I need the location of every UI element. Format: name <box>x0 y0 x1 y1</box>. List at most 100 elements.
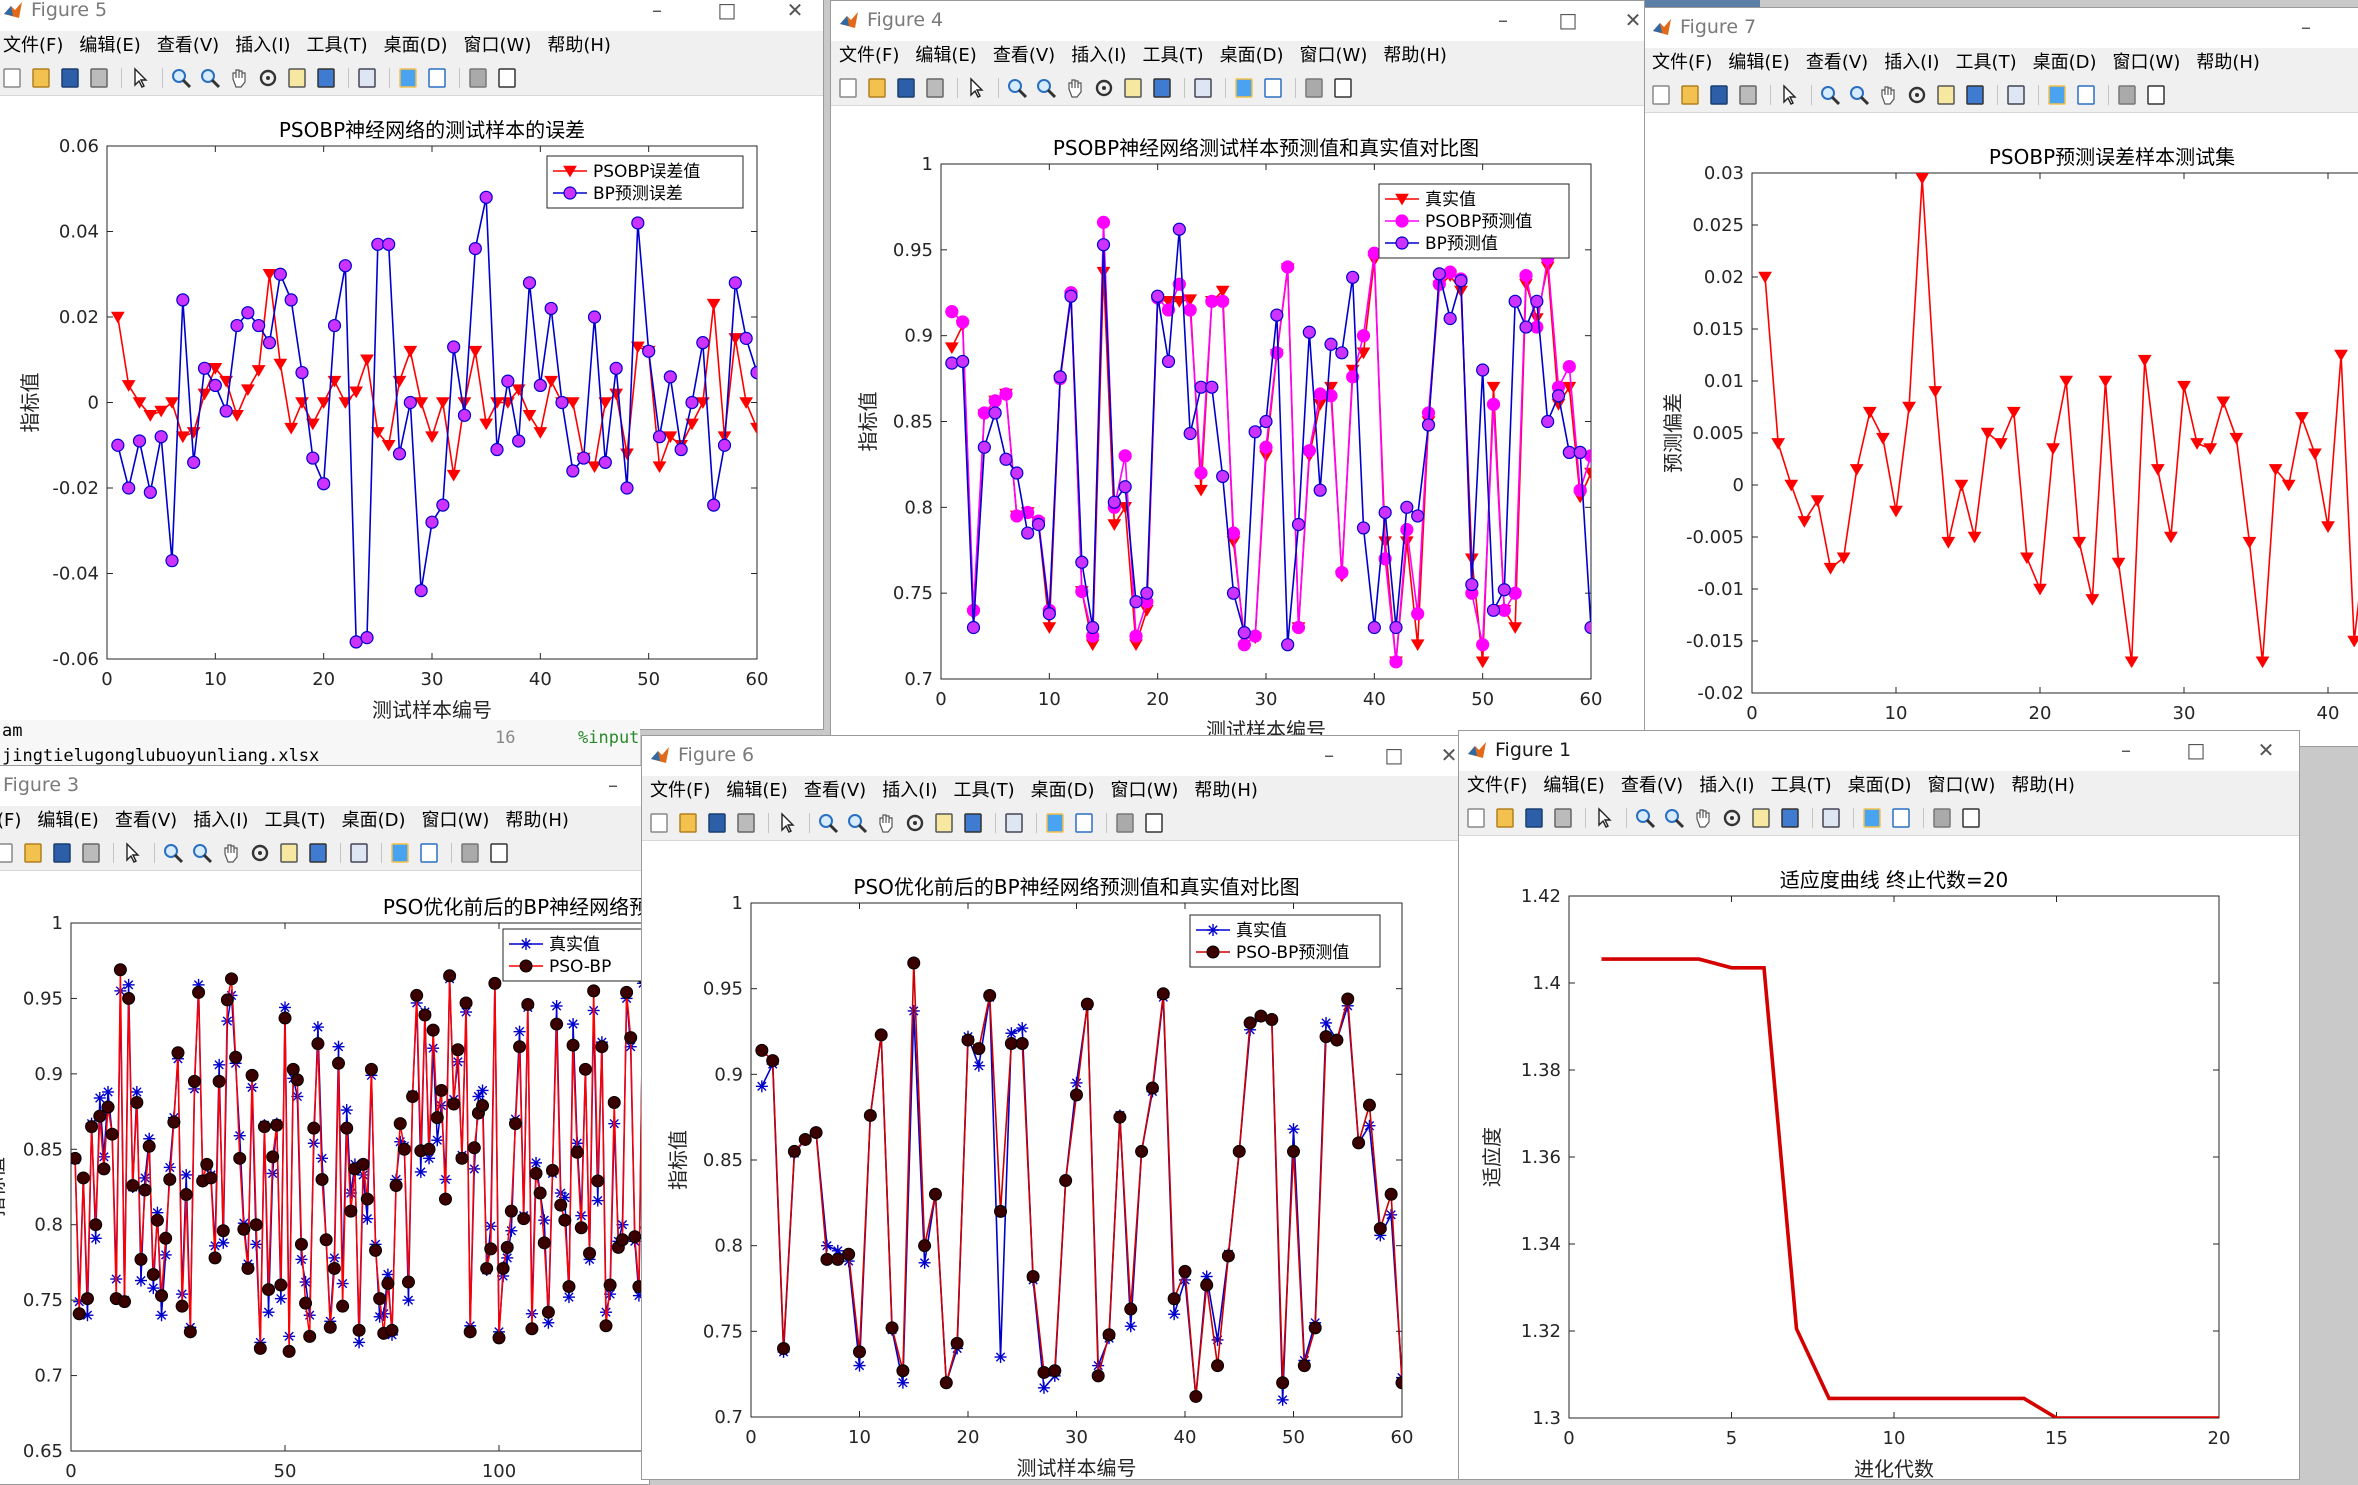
minimize-button[interactable]: – <box>1481 3 1525 37</box>
figure-4-window[interactable]: Figure 4 – □ ✕ 文件(F) 编辑(E) 查看(V) 插入(I) 工具(T)… <box>830 0 1645 740</box>
pan-icon[interactable] <box>220 842 242 864</box>
new-file-icon[interactable] <box>648 812 670 834</box>
menu-view[interactable]: 查看(V) <box>1806 48 1868 78</box>
new-file-icon[interactable] <box>1 67 23 89</box>
brush-icon[interactable] <box>315 67 337 89</box>
legend-icon[interactable] <box>1890 807 1912 829</box>
link-plot-icon[interactable] <box>2005 84 2027 106</box>
zoom-out-icon[interactable] <box>191 842 213 864</box>
menu-desktop[interactable]: 桌面(D) <box>384 31 448 61</box>
data-cursor-icon[interactable] <box>1750 807 1772 829</box>
plot-area[interactable]: 0 10 20 30 40 50 60 1 0.95 0.9 0.85 0.8 0.75 0.7 PSOBP… <box>831 106 1644 739</box>
brush-icon[interactable] <box>1779 807 1801 829</box>
legend-icon[interactable] <box>426 67 448 89</box>
title-bar[interactable]: Figure 7 – <box>1644 8 2358 48</box>
colorbar-icon[interactable] <box>397 67 419 89</box>
zoom-out-icon[interactable] <box>1663 807 1685 829</box>
menu-tools[interactable]: 工具(T) <box>1956 48 2017 78</box>
legend-icon[interactable] <box>1262 77 1284 99</box>
hide-tools-icon[interactable] <box>1303 77 1325 99</box>
rotate-icon[interactable] <box>257 67 279 89</box>
rotate-icon[interactable] <box>1093 77 1115 99</box>
maximize-button[interactable]: □ <box>1372 738 1416 772</box>
menu-tools[interactable]: 工具(T) <box>1771 771 1832 801</box>
hide-tools-icon[interactable] <box>467 67 489 89</box>
menu-edit[interactable]: 编辑(E) <box>1543 771 1604 801</box>
maximize-button[interactable]: □ <box>1546 3 1590 37</box>
new-file-icon[interactable] <box>0 842 15 864</box>
colorbar-icon[interactable] <box>1233 77 1255 99</box>
new-file-icon[interactable] <box>1650 84 1672 106</box>
hide-tools-icon[interactable] <box>1114 812 1136 834</box>
open-file-icon[interactable] <box>677 812 699 834</box>
zoom-in-icon[interactable] <box>170 67 192 89</box>
dock-icon[interactable] <box>496 67 518 89</box>
minimize-button[interactable]: – <box>2104 733 2148 767</box>
link-plot-icon[interactable] <box>1820 807 1842 829</box>
open-file-icon[interactable] <box>22 842 44 864</box>
menu-file[interactable]: 文件(F) <box>3 31 63 61</box>
colorbar-icon[interactable] <box>389 842 411 864</box>
colorbar-icon[interactable] <box>2046 84 2068 106</box>
data-cursor-icon[interactable] <box>1935 84 1957 106</box>
pointer-icon[interactable] <box>129 67 151 89</box>
menu-edit[interactable]: 编辑(E) <box>37 806 98 836</box>
menu-window[interactable]: 窗口(W) <box>1928 771 1996 801</box>
menu-edit[interactable]: 编辑(E) <box>79 31 140 61</box>
figure-5-window[interactable]: Figure 5 – □ ✕ 文件(F) 编辑(E) 查看(V) 插入(I) 工具(T)… <box>0 0 824 730</box>
pan-icon[interactable] <box>1877 84 1899 106</box>
title-bar[interactable]: Figure 5 – □ ✕ <box>0 0 823 31</box>
menu-edit[interactable]: 编辑(E) <box>1728 48 1789 78</box>
zoom-in-icon[interactable] <box>1006 77 1028 99</box>
link-plot-icon[interactable] <box>1003 812 1025 834</box>
data-cursor-icon[interactable] <box>278 842 300 864</box>
close-button[interactable]: ✕ <box>773 0 817 27</box>
print-icon[interactable] <box>80 842 102 864</box>
data-cursor-icon[interactable] <box>286 67 308 89</box>
menu-file[interactable]: 文件(F) <box>1467 771 1527 801</box>
pointer-icon[interactable] <box>1778 84 1800 106</box>
rotate-icon[interactable] <box>1721 807 1743 829</box>
menu-help[interactable]: 帮助(H) <box>505 806 569 836</box>
menu-window[interactable]: 窗口(W) <box>1300 41 1368 71</box>
menu-file[interactable]: 文件(F) <box>839 41 899 71</box>
data-cursor-icon[interactable] <box>1122 77 1144 99</box>
print-icon[interactable] <box>88 67 110 89</box>
dock-icon[interactable] <box>2145 84 2167 106</box>
colorbar-icon[interactable] <box>1044 812 1066 834</box>
menu-insert[interactable]: 插入(I) <box>193 806 248 836</box>
print-icon[interactable] <box>1737 84 1759 106</box>
dock-icon[interactable] <box>488 842 510 864</box>
open-file-icon[interactable] <box>866 77 888 99</box>
figure-6-window[interactable]: Figure 6 – □ ✕ 文件(F) 编辑(E) 查看(V) 插入(I) 工具(T)… <box>641 735 1461 1480</box>
close-button[interactable]: ✕ <box>1611 3 1644 37</box>
plot-area[interactable]: 0 10 20 30 40 50 60 0.06 0.04 0.02 0 -0.02 -0.04 -0.0… <box>0 96 823 729</box>
dock-icon[interactable] <box>1332 77 1354 99</box>
print-icon[interactable] <box>924 77 946 99</box>
dock-icon[interactable] <box>1960 807 1982 829</box>
hide-tools-icon[interactable] <box>1931 807 1953 829</box>
colorbar-icon[interactable] <box>1861 807 1883 829</box>
new-file-icon[interactable] <box>1465 807 1487 829</box>
plot-area[interactable]: 0 5 10 15 20 1.42 1.4 1.38 1.36 1.34 1.32 1.3 适应度曲线 … <box>1459 836 2299 1479</box>
menu-help[interactable]: 帮助(H) <box>547 31 611 61</box>
menu-desktop[interactable]: 桌面(D) <box>342 806 406 836</box>
menu-desktop[interactable]: 桌面(D) <box>1031 776 1095 806</box>
menu-tools[interactable]: 工具(T) <box>307 31 368 61</box>
menu-tools[interactable]: 工具(T) <box>954 776 1015 806</box>
menu-help[interactable]: 帮助(H) <box>1194 776 1258 806</box>
close-button[interactable]: ✕ <box>2244 733 2288 767</box>
brush-icon[interactable] <box>1964 84 1986 106</box>
zoom-in-icon[interactable] <box>1819 84 1841 106</box>
menu-desktop[interactable]: 桌面(D) <box>1848 771 1912 801</box>
pan-icon[interactable] <box>228 67 250 89</box>
menu-window[interactable]: 窗口(W) <box>2113 48 2181 78</box>
hide-tools-icon[interactable] <box>459 842 481 864</box>
save-icon[interactable] <box>51 842 73 864</box>
plot-area[interactable]: 0 50 100 1 0.95 0.9 0.85 0.8 0.75 0.7 0.65 PSO优化前后的… <box>0 871 649 1484</box>
link-plot-icon[interactable] <box>356 67 378 89</box>
menu-window[interactable]: 窗口(W) <box>464 31 532 61</box>
plot-area[interactable]: 0 10 20 30 40 0.03 0.025 0.02 0.015 0.01 0.005 0 -0.… <box>1644 113 2358 746</box>
hide-tools-icon[interactable] <box>2116 84 2138 106</box>
zoom-out-icon[interactable] <box>846 812 868 834</box>
